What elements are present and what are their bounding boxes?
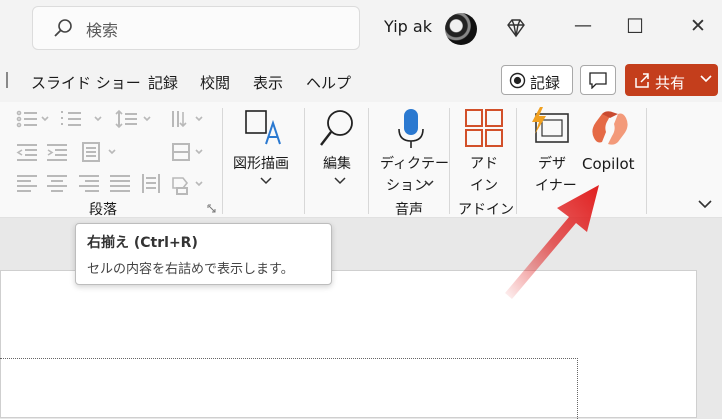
menu-help[interactable]: ヘルプ xyxy=(306,72,351,93)
align-left-icon xyxy=(17,175,37,192)
share-dropdown-chevron-icon[interactable] xyxy=(700,74,712,84)
align-right-icon xyxy=(79,175,99,192)
share-icon xyxy=(635,73,649,88)
separator xyxy=(368,108,369,214)
editing-chevron-icon[interactable] xyxy=(334,177,346,185)
separator xyxy=(304,108,305,214)
shapes-icon xyxy=(245,110,281,145)
annotation-arrow-icon xyxy=(505,185,599,299)
designer-label-line1[interactable]: デザ xyxy=(538,153,566,173)
shapes-chevron-icon[interactable] xyxy=(260,177,272,185)
record-icon xyxy=(509,72,526,89)
addins-label-line2[interactable]: イン xyxy=(470,175,498,195)
numbering-icon xyxy=(61,111,81,126)
search-icon xyxy=(54,19,72,37)
maximize-icon[interactable]: ☐ xyxy=(626,14,644,38)
close-icon[interactable]: ✕ xyxy=(690,15,706,37)
tooltip-description: セルの内容を右詰めで表示します。 xyxy=(87,262,294,277)
shapes-label[interactable]: 図形描画 xyxy=(233,153,289,173)
separator xyxy=(222,108,223,214)
search-box[interactable] xyxy=(32,6,360,50)
align-center-icon xyxy=(47,175,67,192)
copilot-icon xyxy=(592,111,628,145)
dictation-label-line1[interactable]: ディクテー xyxy=(380,153,449,173)
distributed-icon xyxy=(142,174,160,193)
share-button-label: 共有 xyxy=(655,74,686,92)
justify-icon xyxy=(110,175,130,192)
text-placeholder-border xyxy=(0,358,578,419)
align-text-icon xyxy=(172,143,190,161)
separator xyxy=(449,108,450,214)
dialog-launcher-icon[interactable] xyxy=(207,204,217,214)
menu-record[interactable]: 記録 xyxy=(148,72,178,93)
ribbon-collapse-chevron-icon[interactable] xyxy=(698,200,712,209)
minimize-icon[interactable]: — xyxy=(574,15,592,36)
menu-slideshow[interactable]: スライド ショー xyxy=(31,72,141,93)
designer-icon xyxy=(532,107,569,143)
bullets-icon xyxy=(16,110,37,128)
user-name[interactable]: Yip ak xyxy=(384,17,432,36)
find-icon xyxy=(320,110,353,146)
dictation-chevron-icon[interactable] xyxy=(424,180,434,187)
search-placeholder: 検索 xyxy=(86,21,119,40)
copilot-label[interactable]: Copilot xyxy=(582,155,635,173)
diamond-icon[interactable] xyxy=(505,17,527,39)
smartart-icon xyxy=(172,177,189,195)
decrease-indent-icon xyxy=(16,144,37,161)
dictation-label-line2[interactable]: ション xyxy=(386,175,428,195)
voice-group-label: 音声 xyxy=(395,202,423,218)
addins-label-line1[interactable]: アド xyxy=(470,153,498,173)
increase-indent-icon xyxy=(47,144,67,161)
addins-icon xyxy=(465,109,503,147)
text-direction-icon xyxy=(172,111,187,128)
tooltip-title: 右揃え (Ctrl+R) xyxy=(87,235,198,251)
columns-icon xyxy=(82,142,100,162)
menu-view[interactable]: 表示 xyxy=(253,72,283,93)
editing-label[interactable]: 編集 xyxy=(323,153,351,173)
line-spacing-icon xyxy=(115,109,137,129)
paragraph-group-label: 段落 xyxy=(89,202,117,218)
microphone-icon xyxy=(398,109,424,148)
record-button-label: 記録 xyxy=(530,74,561,92)
comment-icon xyxy=(589,72,607,89)
separator xyxy=(646,108,647,214)
avatar[interactable] xyxy=(445,13,477,45)
paragraph-tools xyxy=(16,109,203,195)
menu-fragment xyxy=(0,72,8,88)
menu-review[interactable]: 校閲 xyxy=(200,72,230,93)
